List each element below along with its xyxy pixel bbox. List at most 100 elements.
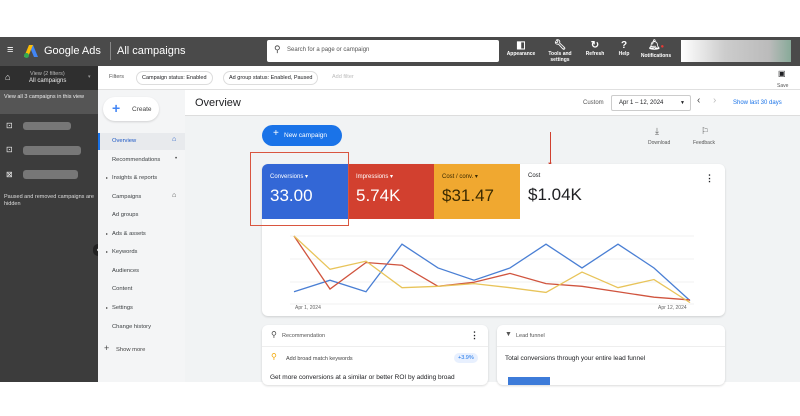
nav-insights[interactable]: Insights & reports — [112, 175, 157, 181]
label: Help — [618, 51, 630, 57]
show-more-button[interactable]: Show more — [116, 347, 145, 353]
tools-button[interactable]: 🔧︎ Tools and settings — [540, 40, 580, 63]
page-title: All campaigns — [117, 45, 186, 57]
label: New campaign — [284, 132, 327, 139]
notifications-button[interactable]: 🔔︎● Notifications — [636, 40, 676, 59]
campaign-item[interactable] — [23, 122, 71, 130]
feedback-icon: ⚐ — [701, 126, 710, 136]
more-vert-icon[interactable]: ⋮ — [705, 173, 714, 184]
metric-impressions[interactable]: Impressions ▾ 5.74K — [348, 164, 434, 219]
x-tick-label: Apr 1, 2024 — [295, 305, 321, 311]
filter-bar: Filters Campaign status: Enabled Ad grou… — [98, 66, 800, 90]
nav-audiences[interactable]: Audiences — [112, 268, 139, 274]
bell-icon: 🔔︎● — [647, 40, 665, 51]
recommendation-item[interactable]: Add broad match keywords — [286, 356, 353, 362]
nav-overview[interactable]: Overview — [112, 138, 136, 144]
appearance-icon: ◧ — [516, 40, 526, 51]
expand-icon: ▸ — [106, 249, 109, 254]
value: $31.47 — [442, 186, 494, 205]
page-nav: + Create Overview ⌂ Recommendations • ▸ … — [98, 90, 185, 382]
lead-funnel-description: Total conversions through your entire le… — [505, 355, 646, 362]
top-bar: ≡ Google Ads All campaigns ⚲ Search for … — [0, 37, 800, 66]
recommendation-description: Get more conversions at a similar or bet… — [270, 374, 455, 381]
save-button[interactable]: Save — [777, 83, 788, 89]
card-title: Recommendation — [282, 333, 326, 339]
home-icon[interactable]: ⌂ — [5, 72, 10, 82]
lead-funnel-card: ▼ Lead funnel Total conversions through … — [497, 325, 725, 385]
campaign-item[interactable] — [23, 170, 78, 179]
next-period-button[interactable]: › — [713, 95, 716, 106]
account-switcher[interactable] — [681, 40, 791, 62]
create-button[interactable]: + Create — [103, 97, 159, 121]
overview-header: Overview Custom Apr 1 – 12, 2024 ▼ ‹ › S… — [185, 90, 800, 116]
campaign-item[interactable] — [23, 146, 81, 155]
home-icon: ⌂ — [172, 192, 177, 199]
chevron-down-icon: ▼ — [680, 100, 685, 106]
download-button[interactable]: Download — [648, 140, 670, 146]
search-input[interactable]: ⚲ Search for a page or campaign — [267, 40, 499, 62]
search-campaign-icon: ⊡ — [6, 121, 13, 130]
plus-icon: + — [104, 343, 110, 353]
display-campaign-icon: ⊠ — [6, 170, 13, 179]
label: Tools and settings — [548, 51, 572, 63]
label: Notifications — [640, 53, 672, 59]
nav-campaigns[interactable]: Campaigns — [112, 194, 141, 200]
nav-change-history[interactable]: Change history — [112, 324, 151, 330]
appearance-button[interactable]: ◧ Appearance — [501, 40, 541, 57]
show-last-30-days-link[interactable]: Show last 30 days — [733, 100, 782, 106]
plus-icon: + — [273, 128, 279, 139]
funnel-bar — [508, 377, 550, 385]
uplift-badge: +3.9% — [454, 353, 478, 363]
metric-cost-per-conv[interactable]: Cost / conv. ▾ $31.47 — [434, 164, 520, 219]
save-icon: ▣ — [778, 69, 786, 78]
card-title: Lead funnel — [516, 333, 545, 339]
add-filter-button[interactable]: Add filter — [332, 74, 354, 80]
search-icon: ⚲ — [271, 352, 277, 361]
date-label: Custom — [583, 100, 604, 106]
menu-icon[interactable]: ≡ — [7, 44, 13, 56]
search-campaign-icon: ⊡ — [6, 145, 13, 154]
view-all-link[interactable]: View all 3 campaigns in this view — [0, 90, 98, 114]
download-icon: ⤓ — [655, 126, 659, 136]
recommendation-card: ⚲ Recommendation ⋮ ⚲ Add broad match key… — [262, 325, 488, 385]
label: Cost — [528, 173, 541, 179]
nav-ads-assets[interactable]: Ads & assets — [112, 231, 146, 237]
view-selector[interactable]: All campaigns — [29, 78, 66, 84]
filter-chip[interactable]: Campaign status: Enabled — [136, 71, 213, 85]
wrench-icon: 🔧︎ — [553, 40, 567, 51]
more-vert-icon[interactable]: ⋮ — [470, 330, 479, 341]
nav-recommendations[interactable]: Recommendations — [112, 157, 160, 163]
page-heading: Overview — [195, 97, 241, 109]
value: 5.74K — [356, 186, 401, 205]
feedback-button[interactable]: Feedback — [693, 140, 715, 146]
nav-ad-groups[interactable]: Ad groups — [112, 212, 138, 218]
expand-icon: ▸ — [106, 305, 109, 310]
date-range-picker[interactable]: Apr 1 – 12, 2024 ▼ — [611, 95, 691, 111]
campaign-panel: ⌂ View (2 filters) All campaigns ▾ View … — [0, 66, 103, 382]
nav-settings[interactable]: Settings — [112, 305, 133, 311]
label: Appearance — [506, 51, 536, 57]
x-tick-label: Apr 12, 2024 — [658, 305, 687, 311]
expand-icon: ▸ — [106, 175, 109, 180]
search-icon: ⚲ — [274, 44, 281, 54]
label: Create — [132, 106, 152, 113]
line-chart — [290, 235, 694, 305]
highlight-box — [250, 152, 349, 226]
search-placeholder: Search for a page or campaign — [287, 47, 370, 53]
nav-keywords[interactable]: Keywords — [112, 249, 137, 255]
nav-content[interactable]: Content — [112, 286, 132, 292]
chevron-down-icon[interactable]: ▾ — [88, 74, 91, 80]
new-campaign-button[interactable]: + New campaign — [262, 125, 342, 146]
date-value: Apr 1 – 12, 2024 — [619, 100, 664, 106]
filter-chip[interactable]: Ad group status: Enabled, Paused — [223, 71, 319, 85]
filter-icon: ▼ — [505, 331, 512, 338]
home-icon: ⌂ — [172, 136, 177, 143]
label: Impressions — [356, 174, 389, 180]
hidden-note: Paused and removed campaigns are hidden — [4, 194, 94, 207]
plus-icon: + — [112, 100, 121, 116]
view-label: View (2 filters) — [30, 71, 65, 77]
prev-period-button[interactable]: ‹ — [697, 95, 700, 106]
dot-icon: • — [175, 156, 178, 162]
metric-cost[interactable]: Cost $1.04K — [520, 164, 606, 219]
expand-icon: ▸ — [106, 231, 109, 236]
